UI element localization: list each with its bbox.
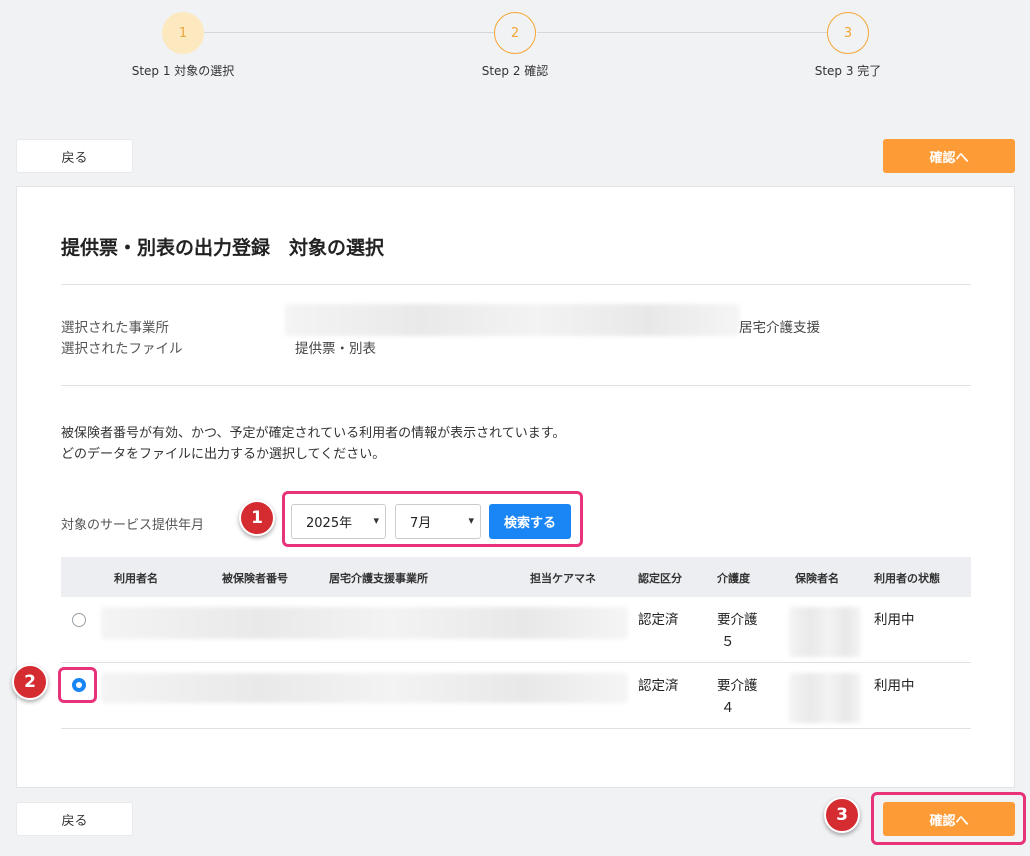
divider [61, 385, 971, 386]
header-care-manager: 担当ケアマネ [530, 572, 596, 585]
next-button-top[interactable]: 確認へ [883, 139, 1015, 173]
cert-status: 認定済 [638, 678, 679, 694]
step-2-label: Step 2 確認 [481, 64, 549, 78]
care-level: 要介護 ５ [717, 609, 758, 653]
highlight-next-button [871, 792, 1026, 845]
cert-status: 認定済 [638, 612, 679, 628]
main-card: 提供票・別表の出力登録 対象の選択 選択された事業所 居宅介護支援 選択されたフ… [16, 186, 1015, 788]
step-3-label: Step 3 完了 [814, 64, 882, 78]
header-care-level: 介護度 [717, 572, 750, 585]
user-status: 利用中 [874, 678, 915, 694]
back-button-top[interactable]: 戻る [16, 139, 133, 173]
care-level: 要介護 ４ [717, 675, 758, 719]
header-care-office: 居宅介護支援事業所 [329, 572, 428, 585]
office-suffix: 居宅介護支援 [739, 320, 820, 336]
row-radio[interactable] [72, 613, 86, 627]
care-level-line-2: ４ [721, 700, 735, 716]
description-line-1: 被保険者番号が有効、かつ、予定が確定されている利用者の情報が表示されています。 [61, 426, 566, 441]
table-row[interactable]: 認定済 要介護 ４ 利用中 [61, 663, 971, 729]
back-button-bottom[interactable]: 戻る [16, 802, 133, 836]
description-line-2: どのデータをファイルに出力するか選択してください。 [61, 447, 386, 462]
step-1: 1 Step 1 対象の選択 [103, 12, 263, 79]
highlight-radio [58, 667, 97, 703]
annotation-badge-3: 3 [824, 797, 860, 833]
care-level-line-2: ５ [721, 634, 735, 650]
page-title: 提供票・別表の出力登録 対象の選択 [61, 237, 385, 259]
stepper: 1 Step 1 対象の選択 2 Step 2 確認 3 Step 3 完了 [0, 12, 1030, 82]
header-user-status: 利用者の状態 [874, 572, 940, 585]
user-status: 利用中 [874, 612, 915, 628]
description: 被保険者番号が有効、かつ、予定が確定されている利用者の情報が表示されています。 … [61, 423, 565, 465]
annotation-badge-1: 1 [239, 500, 275, 536]
header-insurer: 保険者名 [795, 572, 839, 585]
step-1-circle: 1 [162, 12, 204, 54]
step-1-label: Step 1 対象の選択 [131, 64, 235, 78]
care-level-line-1: 要介護 [717, 612, 758, 628]
step-3-circle: 3 [827, 12, 869, 54]
table-header: 利用者名 被保険者番号 居宅介護支援事業所 担当ケアマネ 認定区分 介護度 保険… [61, 557, 971, 597]
service-month-label: 対象のサービス提供年月 [61, 518, 205, 533]
care-level-line-1: 要介護 [717, 678, 758, 694]
step-3: 3 Step 3 完了 [768, 12, 928, 79]
divider [61, 284, 971, 285]
highlight-filter-controls [282, 491, 583, 547]
file-label: 選択されたファイル [61, 341, 183, 357]
insurer-redacted [789, 673, 861, 723]
table-row[interactable]: 認定済 要介護 ５ 利用中 [61, 597, 971, 663]
annotation-badge-2: 2 [12, 664, 48, 700]
redacted-row-data [101, 607, 628, 639]
header-user-name: 利用者名 [114, 572, 158, 585]
step-2: 2 Step 2 確認 [435, 12, 595, 79]
header-cert-status: 認定区分 [638, 572, 682, 585]
redacted-row-data [101, 673, 628, 703]
step-2-circle: 2 [494, 12, 536, 54]
header-insured-number: 被保険者番号 [222, 572, 288, 585]
office-label: 選択された事業所 [61, 320, 169, 336]
file-value: 提供票・別表 [295, 341, 376, 357]
insurer-redacted [789, 607, 861, 657]
office-name-redacted [285, 304, 740, 336]
